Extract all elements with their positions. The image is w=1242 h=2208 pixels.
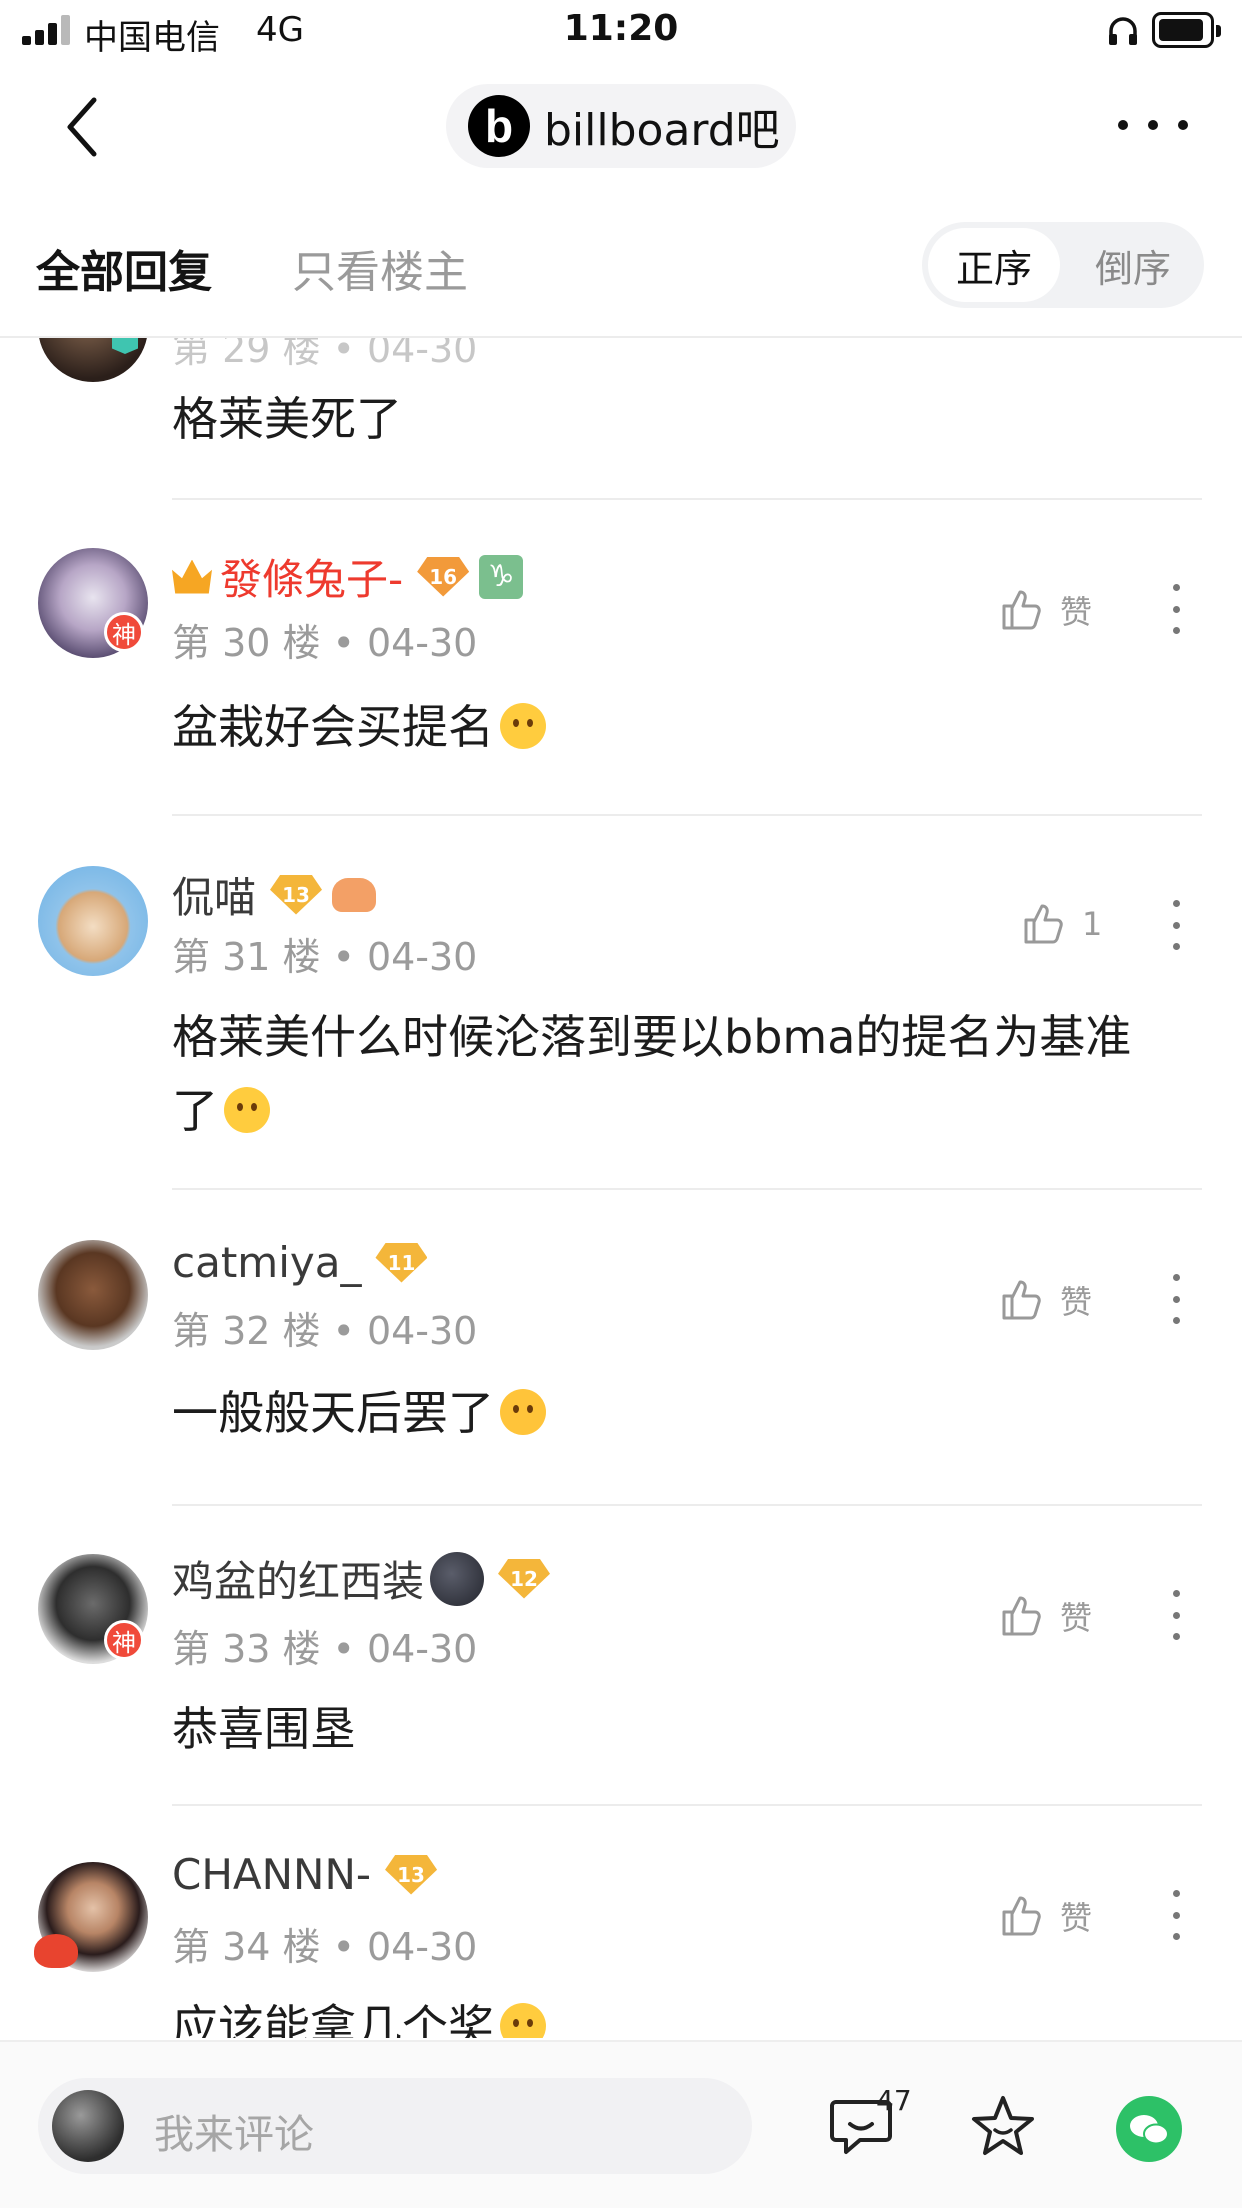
comment-placeholder: 我来评论 xyxy=(154,2112,314,2158)
forum-title-pill[interactable]: b billboard吧 xyxy=(446,84,796,168)
floor-meta: 第 31 楼 • 04-30 xyxy=(172,935,478,979)
level-badge: 13 xyxy=(385,1854,438,1895)
like-label: 赞 xyxy=(1060,593,1093,631)
avatar-frame-icon xyxy=(34,1934,78,1968)
wechat-icon[interactable] xyxy=(1116,2096,1182,2162)
level-badge: 13 xyxy=(270,874,323,915)
thumb-up-icon xyxy=(1002,590,1041,630)
reply-item: CHANNN- 13 第 34 楼 • 04-30 赞 应该能拿几个奖 xyxy=(0,1806,1242,2038)
reply-item: 侃喵 13 第 31 楼 • 04-30 1 格莱美什么时候沦落到要以bbma的提名… xyxy=(0,816,1242,1190)
like-button[interactable]: 赞 xyxy=(998,1886,1138,1946)
status-bar: 中国电信 4G 11:20 xyxy=(0,0,1242,62)
like-button[interactable]: 赞 xyxy=(998,1586,1138,1646)
back-icon[interactable] xyxy=(58,92,108,162)
kebab-icon[interactable] xyxy=(1170,1590,1182,1640)
more-icon[interactable] xyxy=(1118,110,1188,140)
reply-content: 盆栽好会买提名 xyxy=(172,690,1192,764)
avatar[interactable] xyxy=(38,866,148,976)
new-moon-icon xyxy=(430,1551,485,1606)
comment-count: 47 xyxy=(876,2084,912,2117)
like-button[interactable]: 赞 xyxy=(998,1270,1138,1330)
like-count: 1 xyxy=(1082,905,1103,943)
tab-all-replies[interactable]: 全部回复 xyxy=(36,236,212,300)
tab-op-only[interactable]: 只看楼主 xyxy=(292,236,468,300)
reply-item: 神 發條兔子- 16 ♑ 第 30 楼 • 04-30 赞 盆栽好会买提名 xyxy=(0,500,1242,816)
hug-emoji-icon xyxy=(500,2003,546,2038)
god-badge: 神 xyxy=(104,612,144,652)
sweat-emoji-icon xyxy=(500,703,546,749)
reply-content: 格莱美死了 xyxy=(172,392,402,446)
username[interactable]: 鸡盆的红西装 12 xyxy=(172,1548,551,1609)
thumb-up-icon xyxy=(1024,904,1063,944)
sort-toggle: 正序 倒序 xyxy=(922,222,1204,308)
avatar[interactable] xyxy=(38,1240,148,1350)
comment-input[interactable]: 我来评论 xyxy=(38,2078,752,2174)
sort-descending-button[interactable]: 倒序 xyxy=(1068,228,1198,302)
like-label: 赞 xyxy=(1060,1283,1093,1321)
thumb-up-icon xyxy=(1002,1596,1041,1636)
kebab-icon[interactable] xyxy=(1170,584,1182,634)
reply-content: 一般般天后罢了 xyxy=(172,1376,1192,1450)
bottom-bar: 我来评论 47 xyxy=(0,2040,1242,2208)
thumb-up-icon xyxy=(1002,1896,1041,1936)
capricorn-icon: ♑ xyxy=(479,554,524,599)
star-icon[interactable] xyxy=(968,2092,1038,2162)
username[interactable]: 發條兔子- 16 ♑ xyxy=(172,546,524,607)
floor-meta: 第 33 楼 • 04-30 xyxy=(172,1627,478,1671)
like-button[interactable]: 赞 xyxy=(998,580,1138,640)
level-badge: 12 xyxy=(498,1558,551,1599)
floor-meta: 第 30 楼 • 04-30 xyxy=(172,621,478,665)
kebab-icon[interactable] xyxy=(1170,900,1182,950)
reply-item: catmiya_ 11 第 32 楼 • 04-30 赞 一般般天后罢了 xyxy=(0,1190,1242,1506)
sort-ascending-button[interactable]: 正序 xyxy=(928,228,1060,302)
username[interactable]: catmiya_ 11 xyxy=(172,1238,428,1287)
like-label: 赞 xyxy=(1060,1599,1093,1637)
kebab-icon[interactable] xyxy=(1170,1890,1182,1940)
crown-icon xyxy=(172,559,212,594)
headphones-icon xyxy=(1109,17,1137,45)
like-button[interactable]: 1 xyxy=(1020,894,1160,954)
god-badge: 神 xyxy=(104,1620,144,1660)
shush-emoji-icon xyxy=(224,1087,270,1133)
level-badge: 16 xyxy=(417,556,470,597)
floor-meta: 第 29 楼 • 04-30 xyxy=(172,338,478,371)
like-label: 赞 xyxy=(1060,1899,1093,1937)
floor-meta: 第 32 楼 • 04-30 xyxy=(172,1309,478,1353)
kebab-icon[interactable] xyxy=(1170,1274,1182,1324)
heart-eyes-emoji-icon xyxy=(500,1389,546,1435)
clock: 11:20 xyxy=(563,8,679,49)
reply-content: 应该能拿几个奖 xyxy=(172,1990,1192,2038)
username[interactable]: CHANNN- 13 xyxy=(172,1850,438,1899)
gamepad-icon xyxy=(332,877,377,912)
billboard-logo: b xyxy=(468,95,530,157)
level-badge: 11 xyxy=(375,1242,428,1283)
reply-list[interactable]: 第 29 楼 • 04-30 格莱美死了 神 發條兔子- 16 ♑ 第 30 楼 • 0… xyxy=(0,338,1242,2038)
thumb-up-icon xyxy=(1002,1280,1041,1320)
reply-item: 神 鸡盆的红西装 12 第 33 楼 • 04-30 赞 恭喜围垦 xyxy=(0,1506,1242,1806)
floor-meta: 第 34 楼 • 04-30 xyxy=(172,1925,478,1969)
my-avatar xyxy=(52,2090,124,2162)
battery-icon xyxy=(1152,12,1221,48)
forum-title: billboard吧 xyxy=(544,105,780,156)
reply-content: 恭喜围垦 xyxy=(172,1702,356,1756)
reply-content: 格莱美什么时候沦落到要以bbma的提名为基准 了 xyxy=(172,1010,1132,1138)
reply-item: 第 29 楼 • 04-30 格莱美死了 xyxy=(0,338,1242,500)
username[interactable]: 侃喵 13 xyxy=(172,864,377,925)
